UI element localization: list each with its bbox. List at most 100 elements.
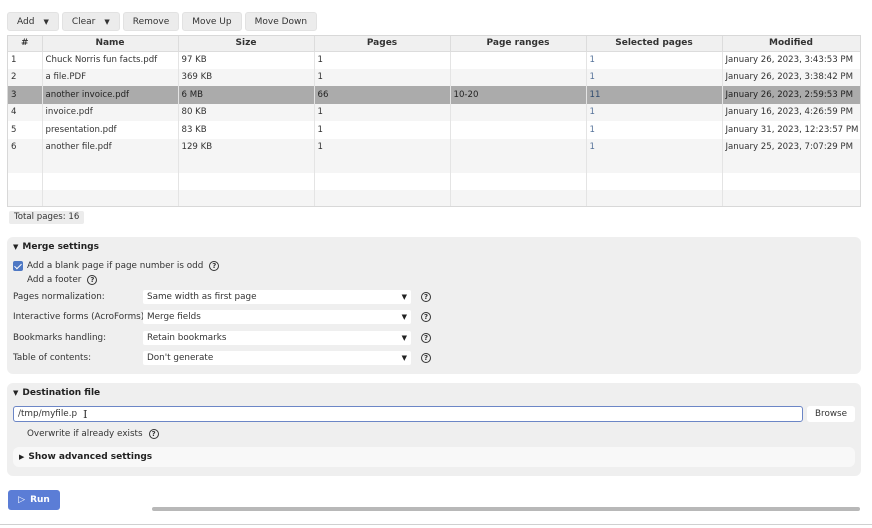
- cell-size: 80 KB: [178, 103, 315, 121]
- help-icon[interactable]: ?: [421, 312, 431, 322]
- normalization-select[interactable]: Same width as first page ▼: [143, 290, 411, 304]
- advanced-settings-label: Show advanced settings: [28, 452, 153, 462]
- cell-modified: January 31, 2023, 12:23:57 PM: [722, 121, 860, 139]
- move-down-button[interactable]: Move Down: [244, 12, 318, 31]
- browse-button[interactable]: Browse: [807, 406, 855, 422]
- column-header-name[interactable]: Name: [42, 36, 179, 52]
- table-row[interactable]: 3 another invoice.pdf 6 MB 66 10-20 11 January…: [8, 86, 860, 104]
- chevron-down-icon: ▼: [43, 17, 49, 26]
- column-header-pages[interactable]: Pages: [314, 36, 451, 52]
- destination-header[interactable]: ▼ Destination file: [13, 388, 100, 398]
- move-up-button[interactable]: Move Up: [182, 12, 242, 31]
- divider: [0, 524, 872, 525]
- forms-select[interactable]: Merge fields ▼: [143, 310, 411, 324]
- cell-size: 369 KB: [178, 68, 315, 86]
- normalization-label: Pages normalization:: [13, 292, 105, 302]
- cell-pages: 1: [314, 68, 451, 86]
- column-header-size[interactable]: Size: [178, 36, 315, 52]
- bookmarks-value: Retain bookmarks: [147, 333, 227, 343]
- cell-size: 129 KB: [178, 138, 315, 156]
- run-button-label: Run: [30, 495, 50, 505]
- table-row[interactable]: 6 another file.pdf 129 KB 1 1 January 25, 202…: [8, 138, 860, 156]
- table-row[interactable]: 2a file.PDF 369 KB 1 1 January 26, 2023, 3:3…: [8, 68, 860, 86]
- cell-name: a file.PDF: [42, 68, 179, 86]
- cell-name: Chuck Norris fun facts.pdf: [42, 51, 179, 69]
- cell-number: 2: [8, 68, 43, 86]
- help-icon[interactable]: ?: [421, 353, 431, 363]
- cell-modified: January 26, 2023, 3:43:53 PM: [722, 51, 860, 69]
- merge-settings-header[interactable]: ▼ Merge settings: [13, 242, 99, 252]
- cell-pages: 1: [314, 103, 451, 121]
- normalization-value: Same width as first page: [147, 292, 257, 302]
- column-header-modified[interactable]: Modified: [722, 36, 860, 52]
- clear-button[interactable]: Clear ▼: [61, 12, 120, 31]
- table-row[interactable]: 5 presentation.pdf 83 KB 1 1 January 31, 2023…: [8, 121, 860, 139]
- toc-select[interactable]: Don't generate ▼: [143, 351, 411, 365]
- help-icon[interactable]: ?: [421, 333, 431, 343]
- table-header-row: # Name Size Pages Page ranges Selected p…: [8, 36, 860, 52]
- cell-pages: 1: [314, 51, 451, 69]
- overwrite-label: Overwrite if already exists: [27, 429, 143, 439]
- chevron-down-icon: ▼: [401, 354, 407, 362]
- files-table[interactable]: # Name Size Pages Page ranges Selected p…: [7, 35, 861, 207]
- destination-panel: ▼ Destination file /tmp/myfile.p I Browse…: [7, 383, 861, 476]
- help-icon[interactable]: ?: [87, 275, 98, 285]
- help-icon[interactable]: ?: [148, 429, 159, 439]
- total-pages-label: Total pages: 16: [9, 211, 85, 224]
- bookmarks-select[interactable]: Retain bookmarks ▼: [143, 331, 411, 345]
- add-button-label: Add: [17, 16, 35, 27]
- footer-checkbox[interactable]: [13, 275, 23, 285]
- cell-number: 1: [8, 51, 43, 69]
- overwrite-checkbox[interactable]: [13, 429, 23, 439]
- progress-bar: [152, 507, 860, 511]
- chevron-down-icon: ▼: [401, 313, 407, 321]
- add-button[interactable]: Add ▼: [7, 12, 59, 31]
- cell-size: 6 MB: [178, 86, 315, 104]
- destination-title: Destination file: [22, 388, 101, 398]
- cell-modified: January 25, 2023, 7:07:29 PM: [722, 138, 860, 156]
- empty-row: [8, 173, 860, 190]
- forms-value: Merge fields: [147, 312, 201, 322]
- run-button[interactable]: ▷ Run: [8, 490, 60, 510]
- cell-name: another file.pdf: [42, 138, 179, 156]
- column-header-selected-pages[interactable]: Selected pages: [586, 36, 723, 52]
- column-header-page-ranges[interactable]: Page ranges: [450, 36, 587, 52]
- blank-page-checkbox[interactable]: [13, 261, 23, 271]
- advanced-settings-toggle[interactable]: ▶ Show advanced settings: [13, 447, 855, 467]
- destination-path-value: /tmp/myfile.p: [18, 409, 78, 419]
- cell-number: 6: [8, 138, 43, 156]
- help-icon[interactable]: ?: [421, 292, 431, 302]
- empty-row: [8, 156, 860, 173]
- chevron-down-icon: ▼: [401, 293, 407, 301]
- cell-size: 97 KB: [178, 51, 315, 69]
- bookmarks-label: Bookmarks handling:: [13, 333, 107, 343]
- cell-page-ranges: 10-20: [450, 86, 587, 104]
- remove-button[interactable]: Remove: [122, 12, 180, 31]
- cell-page-ranges: [450, 103, 587, 121]
- cell-number: 4: [8, 103, 43, 121]
- footer-label: Add a footer: [27, 275, 82, 285]
- cell-selected-pages: 1: [586, 121, 723, 139]
- cell-page-ranges: [450, 51, 587, 69]
- cell-page-ranges: [450, 68, 587, 86]
- overwrite-option: Overwrite if already exists ?: [13, 429, 159, 439]
- table-row[interactable]: 1 Chuck Norris fun facts.pdf 97 KB 1 1 Januar…: [8, 51, 860, 69]
- cell-page-ranges: [450, 138, 587, 156]
- cell-modified: January 26, 2023, 3:38:42 PM: [722, 68, 860, 86]
- column-header-number[interactable]: #: [8, 36, 43, 52]
- blank-page-option: Add a blank page if page number is odd ?: [13, 261, 220, 271]
- merge-settings-title: Merge settings: [22, 242, 99, 252]
- help-icon[interactable]: ?: [209, 261, 220, 271]
- blank-page-label: Add a blank page if page number is odd: [27, 261, 204, 271]
- cell-number: 3: [8, 86, 43, 104]
- destination-path-input[interactable]: /tmp/myfile.p I: [13, 406, 803, 422]
- cell-selected-pages: 11: [586, 86, 723, 104]
- cell-name: presentation.pdf: [42, 121, 179, 139]
- chevron-down-icon: ▼: [401, 334, 407, 342]
- cell-pages: 66: [314, 86, 451, 104]
- cell-name: invoice.pdf: [42, 103, 179, 121]
- cell-pages: 1: [314, 121, 451, 139]
- play-icon: ▷: [18, 495, 26, 505]
- table-row[interactable]: 4 invoice.pdf 80 KB 1 1 January 16, 2023, 4:2…: [8, 103, 860, 121]
- cell-pages: 1: [314, 138, 451, 156]
